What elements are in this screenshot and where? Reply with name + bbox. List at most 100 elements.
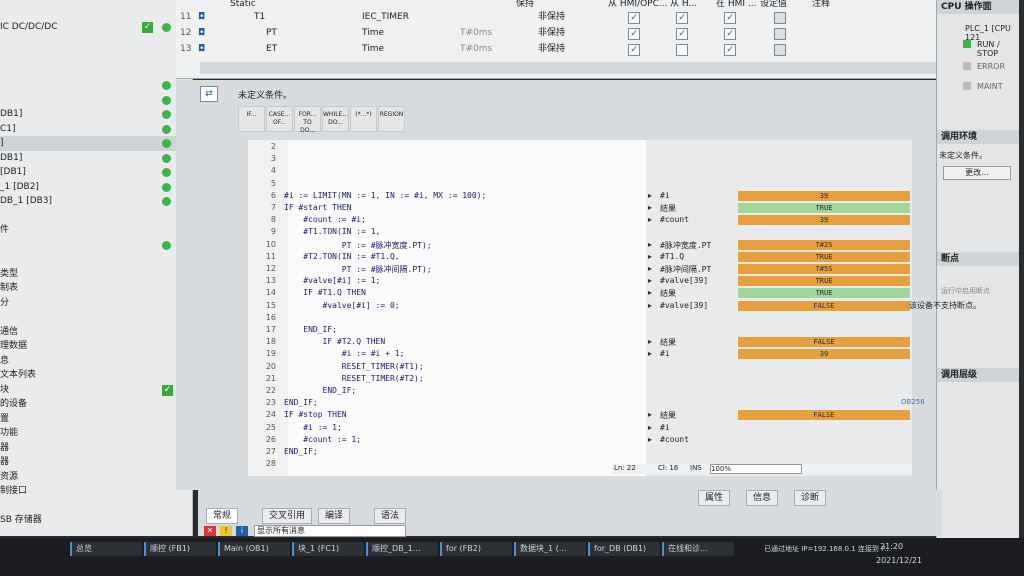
hmi-checkbox[interactable]: ✓	[628, 12, 640, 24]
taskbar-item[interactable]: 顺控 (FB1)	[144, 542, 216, 556]
taskbar-item[interactable]: 顺控_DB_1...	[366, 542, 438, 556]
tree-item[interactable]: DB1]	[0, 151, 190, 166]
table-row[interactable]: 13 ◘ ET Time T#0ms 非保持 ✓ ✓	[176, 42, 942, 57]
code-line[interactable]: PT := #脉冲宽度.PT);	[284, 240, 432, 251]
toolbar-button[interactable]: WHILE... DO...	[322, 106, 349, 132]
code-line[interactable]: END_IF;	[284, 386, 357, 395]
taskbar-item[interactable]: 总览	[70, 542, 142, 556]
code-line[interactable]: #T1.TON(IN := 1,	[284, 227, 380, 236]
tree-item[interactable]	[0, 499, 190, 514]
inspector-tab[interactable]: 交叉引用	[262, 508, 313, 524]
hmi-checkbox[interactable]: ✓	[628, 44, 640, 56]
code-line[interactable]: RESET_TIMER(#T1);	[284, 362, 424, 371]
hmi-checkbox[interactable]: ✓	[676, 28, 688, 40]
expand-arrow-icon[interactable]: ▸	[648, 276, 652, 285]
ob-link[interactable]: OB256	[901, 398, 925, 406]
row-retain[interactable]: 非保持	[538, 42, 565, 56]
expand-arrow-icon[interactable]: ▸	[648, 191, 652, 200]
tree-item[interactable]	[0, 78, 190, 93]
right-tab[interactable]: 诊断	[794, 490, 827, 506]
tree-item[interactable]: SB 存储器	[0, 513, 190, 528]
tree-item[interactable]: DB_1 [DB3]	[0, 194, 190, 209]
right-tab[interactable]: 属性	[698, 490, 731, 506]
expand-arrow-icon[interactable]: ▸	[648, 410, 652, 419]
inspector-tab[interactable]: 语法	[374, 508, 407, 524]
tree-item[interactable]: 的设备	[0, 397, 190, 412]
code-line[interactable]: END_IF;	[284, 325, 337, 334]
row-retain[interactable]: 非保持	[538, 10, 565, 24]
debug-env-title[interactable]: 调用环境	[937, 130, 1019, 144]
info-filter-icon[interactable]: i	[236, 526, 248, 536]
tree-item[interactable]: 置	[0, 412, 190, 427]
code-line[interactable]: #count := 1;	[284, 435, 361, 444]
hmi-checkbox[interactable]: ✓	[628, 28, 640, 40]
hmi-checkbox[interactable]	[676, 44, 688, 56]
tree-item[interactable]: 制接口	[0, 484, 190, 499]
tree-item[interactable]: IC DC/DC/DC ✓	[0, 20, 190, 35]
code-area[interactable]: 2 3 4 5 6 7 8 9 10 11 12 13 14 15 16 17 18 19 20 21 22 23 24 25…	[248, 140, 646, 476]
expand-arrow-icon[interactable]: ▸	[648, 252, 652, 261]
change-button[interactable]: 更改...	[943, 166, 1011, 180]
expand-arrow-icon[interactable]: ▸	[648, 203, 652, 212]
taskbar-item[interactable]: Main (OB1)	[218, 542, 290, 556]
code-line[interactable]: #i := LIMIT(MN := 1, IN := #i, MX := 100…	[284, 191, 486, 200]
status-zoom[interactable]: 100%	[710, 464, 802, 474]
taskbar-item[interactable]: 在线和诊...	[662, 542, 734, 556]
code-line[interactable]: IF #T2.Q THEN	[284, 337, 386, 346]
hmi-checkbox[interactable]: ✓	[724, 44, 736, 56]
tree-item[interactable]	[0, 64, 190, 79]
code-line[interactable]: IF #start THEN	[284, 203, 351, 212]
tree-item[interactable]: _1 [DB2]	[0, 180, 190, 195]
call-hier-title[interactable]: 调用层级	[937, 368, 1019, 382]
warning-filter-icon[interactable]: !	[220, 526, 232, 536]
tree-item[interactable]: 功能	[0, 426, 190, 441]
code-line[interactable]: END_IF;	[284, 447, 318, 456]
expand-arrow-icon[interactable]: ▸	[648, 423, 652, 432]
tree-item[interactable]: 息	[0, 354, 190, 369]
tree-item[interactable]	[0, 35, 190, 50]
hmi-checkbox[interactable]: ✓	[724, 12, 736, 24]
code-line[interactable]: IF #stop THEN	[284, 410, 347, 419]
toolbar-button[interactable]: REGION	[378, 106, 405, 132]
code-line[interactable]: IF #T1.Q THEN	[284, 288, 366, 297]
toolbar-button[interactable]: IF...	[238, 106, 265, 132]
code-line[interactable]: #valve[#i] := 1;	[284, 276, 380, 285]
swap-icon[interactable]: ⇄	[200, 86, 218, 102]
tree-item[interactable]: 分	[0, 296, 190, 311]
tree-item[interactable]: [DB1]	[0, 165, 190, 180]
taskbar-item[interactable]: for (FB2)	[440, 542, 512, 556]
iface-scrollbar[interactable]	[200, 62, 940, 74]
code-line[interactable]: END_IF;	[284, 398, 318, 407]
code-line[interactable]: #i := 1;	[284, 423, 342, 432]
tree-item[interactable]	[0, 209, 190, 224]
tree-item[interactable]: 件	[0, 223, 190, 238]
message-filter-select[interactable]: 显示所有消息	[254, 525, 406, 537]
tree-item[interactable]: 器	[0, 455, 190, 470]
toolbar-button[interactable]: CASE... OF...	[266, 106, 293, 132]
toolbar-button[interactable]: FOR... TO DO...	[294, 106, 321, 134]
code-line[interactable]: #i := #i + 1;	[284, 349, 405, 358]
taskbar-item[interactable]: 块_1 (FC1)	[292, 542, 364, 556]
taskbar-item[interactable]: for_DB (DB1)	[588, 542, 660, 556]
table-row[interactable]: 12 ◘ PT Time T#0ms 非保持 ✓ ✓ ✓	[176, 26, 942, 41]
expand-arrow-icon[interactable]: ▸	[648, 301, 652, 310]
tree-item[interactable]	[0, 49, 190, 64]
expand-arrow-icon[interactable]: ▸	[648, 264, 652, 273]
expand-arrow-icon[interactable]: ▸	[648, 215, 652, 224]
right-tab[interactable]: 信息	[746, 490, 779, 506]
tree-item[interactable]: 文本列表	[0, 368, 190, 383]
table-row[interactable]: 11 ◘ T1 IEC_TIMER 非保持 ✓ ✓ ✓	[176, 10, 942, 25]
code-line[interactable]: PT := #脉冲间隔.PT);	[284, 264, 432, 275]
tree-item[interactable]: 类型	[0, 267, 190, 282]
inspector-tab[interactable]: 编译	[318, 508, 351, 524]
tree-item[interactable]	[0, 93, 190, 108]
setpoint-checkbox[interactable]	[774, 44, 786, 56]
code-line[interactable]: #T2.TON(IN := #T1.Q,	[284, 252, 399, 261]
tree-item[interactable]: 制表	[0, 281, 190, 296]
hmi-checkbox[interactable]: ✓	[676, 12, 688, 24]
toolbar-button[interactable]: (*...*)	[350, 106, 377, 132]
inspector-tab[interactable]: 常规	[206, 508, 239, 524]
tree-item[interactable]: 块 ✓	[0, 383, 190, 398]
taskbar-item[interactable]: 数据块_1 (...	[514, 542, 586, 556]
code-line[interactable]: #valve[#i] := 0;	[284, 301, 400, 310]
